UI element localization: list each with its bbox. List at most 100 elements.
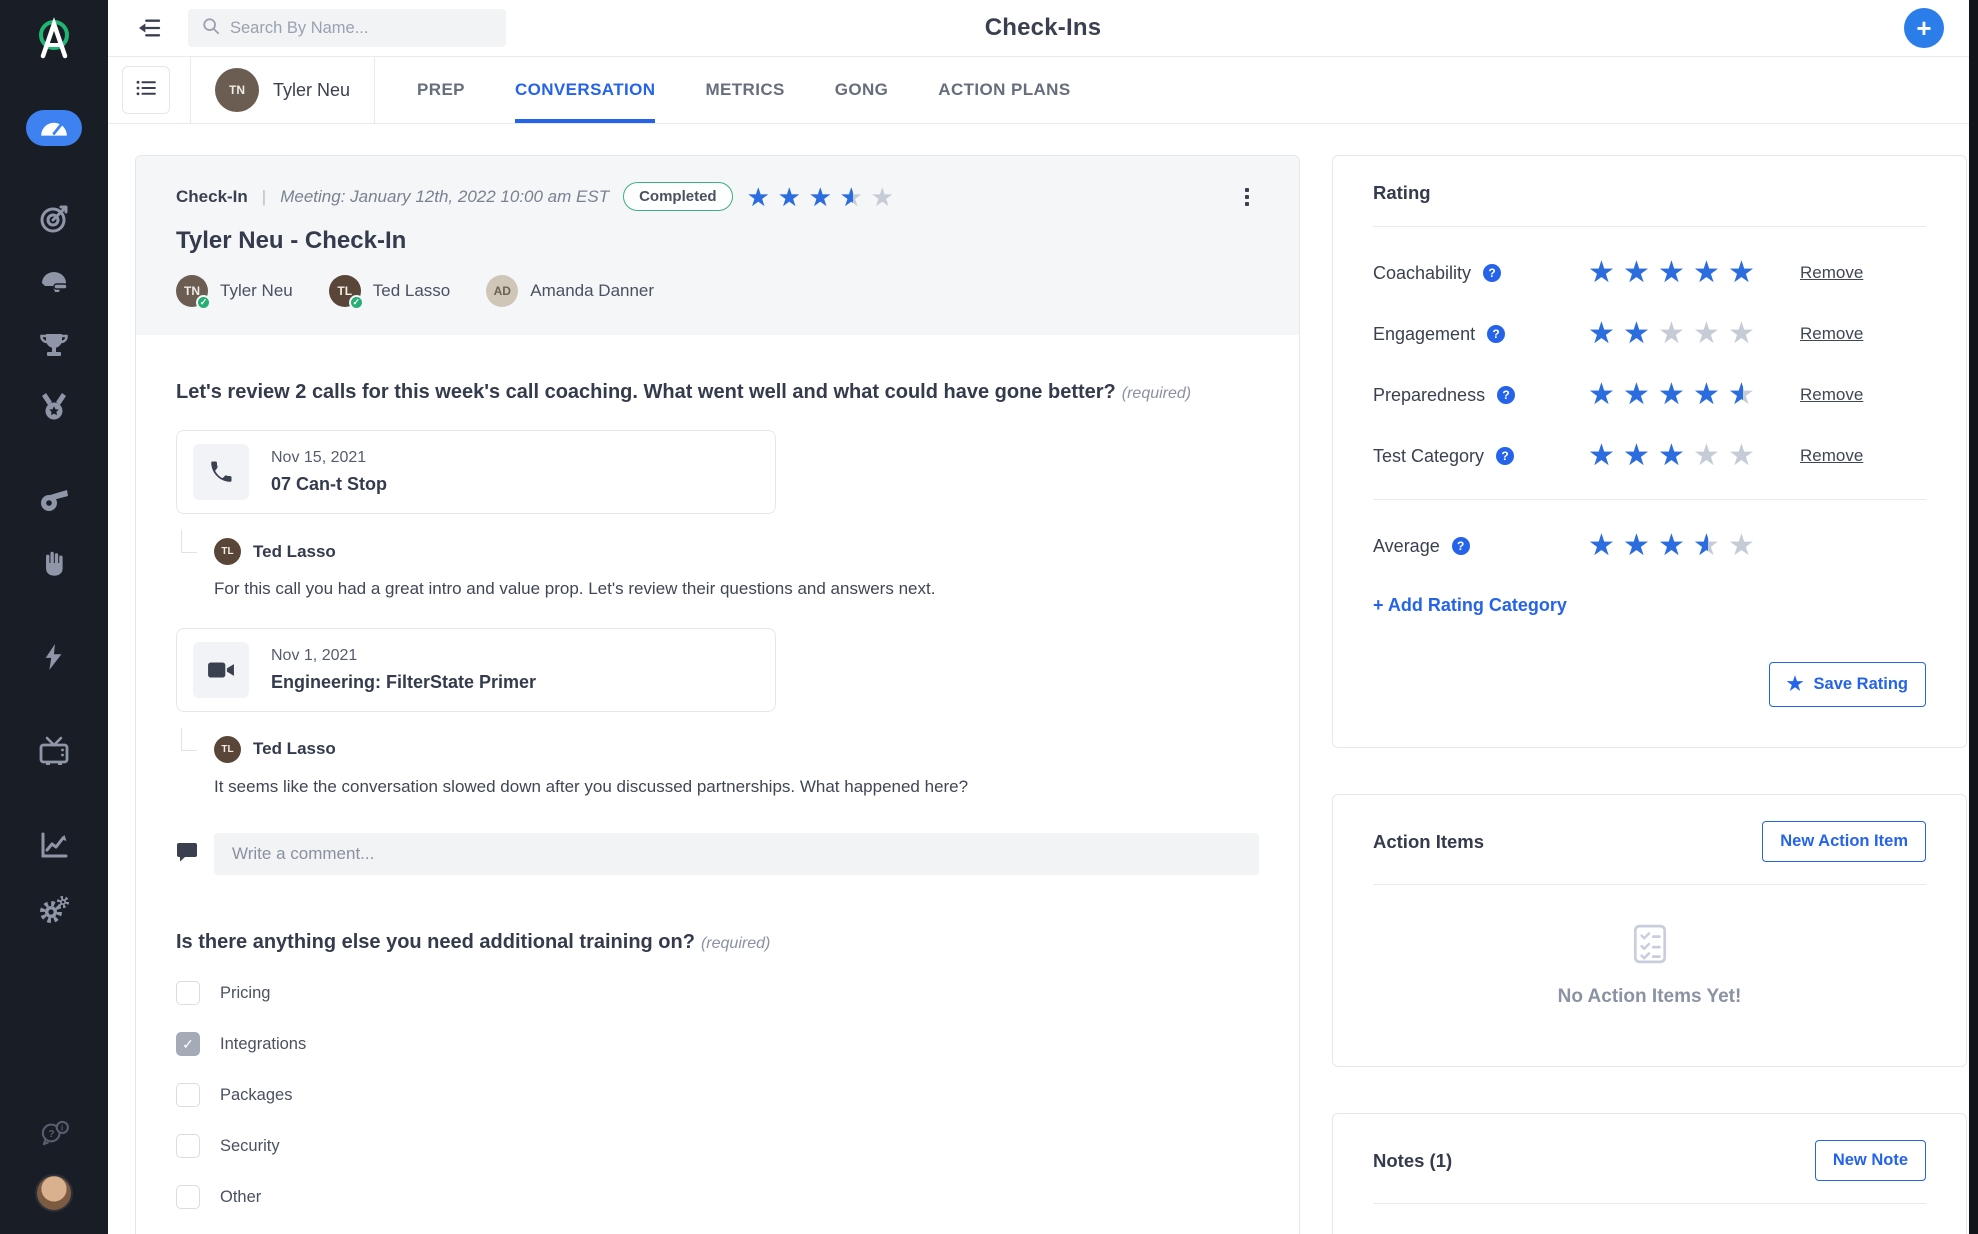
checkin-card-header: Check-In | Meeting: January 12th, 2022 1… xyxy=(136,156,1299,335)
helmet-icon xyxy=(39,269,69,297)
add-rating-category-link[interactable]: + Add Rating Category xyxy=(1373,595,1926,616)
add-checkin-button[interactable]: + xyxy=(1904,8,1944,48)
ambition-logo xyxy=(30,16,78,64)
checkbox[interactable] xyxy=(176,981,200,1005)
help-icon[interactable] xyxy=(1452,537,1470,555)
sidebar-item-badges[interactable] xyxy=(35,392,73,422)
empty-state-text: No Action Items Yet! xyxy=(1558,986,1742,1008)
sidebar-item-goals[interactable] xyxy=(35,204,73,234)
call-card-2[interactable]: Nov 1, 2021 Engineering: FilterState Pri… xyxy=(176,628,776,712)
avatar: AD xyxy=(486,275,518,307)
tab-metrics[interactable]: METRICS xyxy=(705,57,784,123)
meeting-datetime: Meeting: January 12th, 2022 10:00 am EST xyxy=(280,187,609,207)
tab-action-plans[interactable]: ACTION PLANS xyxy=(938,57,1070,123)
checkin-card-body: Let's review 2 calls for this week's cal… xyxy=(136,335,1299,1234)
help-icon[interactable] xyxy=(1483,264,1501,282)
call-date: Nov 1, 2021 xyxy=(271,647,536,665)
notes-panel: Notes (1) New Note Created by Ted Lasso … xyxy=(1332,1113,1967,1234)
checklist-icon xyxy=(1629,923,1671,970)
required-label: (required) xyxy=(1122,385,1191,402)
svg-text:?: ? xyxy=(48,1129,54,1140)
checkbox[interactable] xyxy=(176,1032,200,1056)
checkbox-option-pricing[interactable]: Pricing xyxy=(176,981,1259,1005)
avatar: TN xyxy=(215,68,259,112)
checkbox-option-other[interactable]: Other xyxy=(176,1185,1259,1209)
app-window: ? i xyxy=(0,0,1978,1234)
call-card-1[interactable]: Nov 15, 2021 07 Can-t Stop xyxy=(176,430,776,514)
sidebar-item-analytics[interactable] xyxy=(35,830,73,860)
checkbox-option-security[interactable]: Security xyxy=(176,1134,1259,1158)
help-icon[interactable] xyxy=(1497,386,1515,404)
new-note-button[interactable]: New Note xyxy=(1815,1140,1926,1181)
help-icon[interactable] xyxy=(1487,325,1505,343)
search-input[interactable] xyxy=(230,19,492,38)
gears-icon xyxy=(38,893,70,925)
sidebar-item-help[interactable]: ? i xyxy=(35,1118,73,1148)
sidebar-item-settings[interactable] xyxy=(35,894,73,924)
sidebar-item-competitions[interactable] xyxy=(35,330,73,360)
sidebar-item-tv[interactable] xyxy=(35,736,73,766)
collapse-sidebar-icon[interactable] xyxy=(134,13,164,43)
remove-rating-link[interactable]: Remove xyxy=(1800,446,1863,466)
sidebar: ? i xyxy=(0,0,108,1234)
user-avatar[interactable] xyxy=(35,1174,73,1212)
hand-icon xyxy=(40,549,68,577)
top-header: Check-Ins + xyxy=(108,0,1978,57)
required-label: (required) xyxy=(701,935,770,952)
checkin-list-button[interactable] xyxy=(122,66,170,114)
medal-icon xyxy=(39,392,69,422)
tab-conversation[interactable]: CONVERSATION xyxy=(515,57,656,123)
question-2-title: Is there anything else you need addition… xyxy=(176,931,1259,954)
search-icon xyxy=(202,17,220,40)
comment-text: For this call you had a great intro and … xyxy=(214,577,1259,602)
checkbox[interactable] xyxy=(176,1134,200,1158)
rating-panel-title: Rating xyxy=(1373,182,1926,204)
rating-stars[interactable]: ★★★★★★★★ xyxy=(1588,441,1758,471)
sidebar-item-coaching[interactable] xyxy=(35,484,73,514)
rating-stars[interactable]: ★★★★★★★ xyxy=(1588,319,1758,349)
attendee: TN Tyler Neu xyxy=(176,275,293,307)
sidebar-item-triggers[interactable] xyxy=(35,642,73,672)
avatar: TN xyxy=(176,275,208,307)
tab-prep[interactable]: PREP xyxy=(417,57,465,123)
checkbox[interactable] xyxy=(176,1185,200,1209)
save-rating-button[interactable]: ★ Save Rating xyxy=(1769,662,1927,707)
rating-category-row: Coachability ★★★★★★★★★★ Remove xyxy=(1373,258,1926,288)
help-icon[interactable] xyxy=(1496,447,1514,465)
star-icon: ★ xyxy=(1787,673,1804,696)
remove-rating-link[interactable]: Remove xyxy=(1800,263,1863,283)
comment-composer xyxy=(176,833,1259,875)
rating-stars[interactable]: ★★★★★★★★★★ xyxy=(1588,258,1758,288)
sidebar-item-team[interactable] xyxy=(35,268,73,298)
write-comment-input[interactable] xyxy=(214,833,1259,875)
tv-icon xyxy=(38,736,70,766)
checkbox[interactable] xyxy=(176,1083,200,1107)
attendee-list: TN Tyler Neu TL Ted Lasso AD Amanda Dann… xyxy=(176,275,1259,307)
notes-title: Notes (1) xyxy=(1373,1150,1452,1172)
rating-stars[interactable]: ★★★★★★★★★★ xyxy=(1588,380,1758,410)
tab-bar: TN Tyler Neu PREP CONVERSATION METRICS G… xyxy=(108,57,1978,124)
checkbox-option-packages[interactable]: Packages xyxy=(176,1083,1259,1107)
tab-user-chip[interactable]: TN Tyler Neu xyxy=(211,57,354,123)
kebab-menu-icon[interactable] xyxy=(1235,184,1259,210)
sidebar-item-dashboard[interactable] xyxy=(26,110,82,146)
vertical-scrollbar[interactable] xyxy=(1969,0,1978,1234)
plus-icon: + xyxy=(1916,15,1931,41)
status-badge: Completed xyxy=(623,182,733,211)
checkbox-option-integrations[interactable]: Integrations xyxy=(176,1032,1259,1056)
tab-gong[interactable]: GONG xyxy=(835,57,889,123)
call-title: 07 Can-t Stop xyxy=(271,474,387,495)
bolt-icon xyxy=(42,643,66,671)
action-items-panel: Action Items New Action Item xyxy=(1332,794,1967,1067)
call-comment: TL Ted Lasso For this call you had a gre… xyxy=(176,538,1259,602)
chart-icon xyxy=(39,830,69,860)
remove-rating-link[interactable]: Remove xyxy=(1800,324,1863,344)
help-chat-icon: ? i xyxy=(39,1120,69,1146)
sidebar-item-recognition[interactable] xyxy=(35,548,73,578)
rating-category-row: Test Category ★★★★★★★★ Remove xyxy=(1373,441,1926,471)
svg-text:i: i xyxy=(61,1123,63,1133)
remove-rating-link[interactable]: Remove xyxy=(1800,385,1863,405)
question-1-title: Let's review 2 calls for this week's cal… xyxy=(176,381,1259,404)
comment-bubble-icon xyxy=(176,841,198,868)
new-action-item-button[interactable]: New Action Item xyxy=(1762,821,1926,862)
